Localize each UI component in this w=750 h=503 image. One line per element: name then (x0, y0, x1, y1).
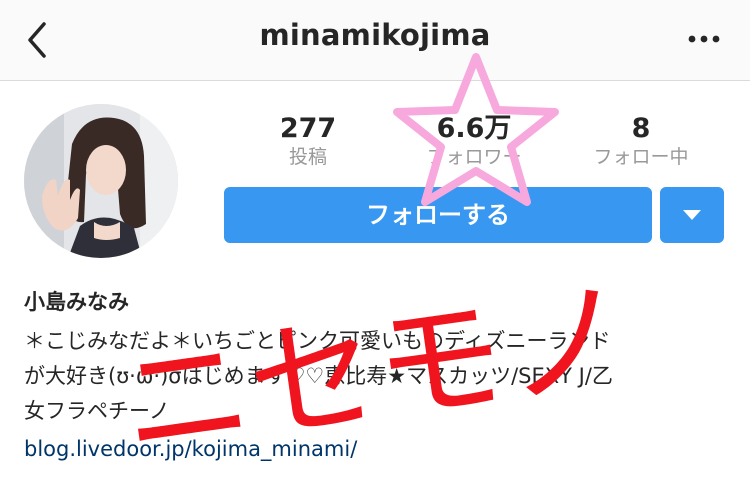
stat-following[interactable]: 8 フォロー中 (566, 113, 716, 169)
profile-bio: ＊こじみなだよ＊いちごとピンク可愛いものディズニーランド が大好き(ʊ·ω·)σ… (24, 324, 734, 429)
bio-line: 女フラペチーノ (24, 399, 170, 423)
bio-line: が大好き(ʊ·ω·)σはじめます♡♡恵比寿★マスカッツ/SEXY J/乙 (24, 364, 613, 388)
bio-line: ＊こじみなだよ＊いちごとピンク可愛いものディズニーランド (24, 329, 611, 353)
stat-posts-label: 投稿 (288, 146, 327, 168)
caret-down-icon (683, 210, 701, 220)
stat-following-label: フォロー中 (593, 146, 689, 168)
ellipsis-horizontal-icon[interactable] (684, 26, 724, 52)
profile-website-link[interactable]: blog.livedoor.jp/kojima_minami/ (24, 437, 357, 461)
stat-followers[interactable]: 6.6万 フォロワー (399, 113, 549, 169)
stat-following-count: 8 (631, 113, 651, 144)
avatar-photo (24, 104, 178, 258)
stat-followers-count: 6.6万 (436, 113, 512, 144)
profile-name: 小島みなみ (24, 290, 129, 314)
page-title: minamikojima (259, 18, 491, 52)
stat-posts[interactable]: 277 投稿 (233, 113, 383, 169)
follow-button[interactable]: フォローする (224, 187, 652, 243)
avatar[interactable] (24, 104, 178, 258)
top-navigation-bar: minamikojima (0, 0, 750, 81)
stat-followers-label: フォロワー (426, 146, 522, 168)
stat-posts-count: 277 (279, 113, 337, 144)
suggestions-dropdown-button[interactable] (660, 187, 724, 243)
